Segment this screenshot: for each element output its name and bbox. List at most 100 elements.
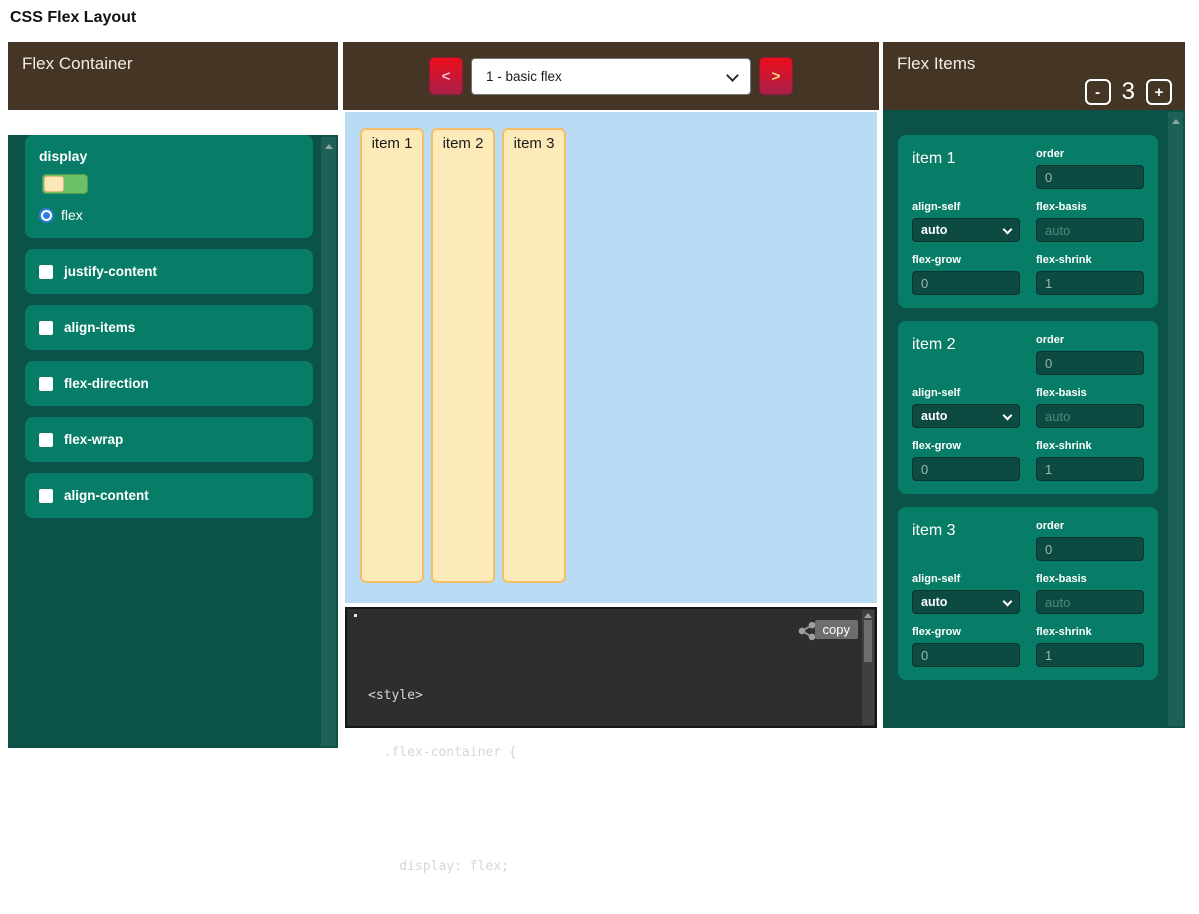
flex-basis-group: flex-basis xyxy=(1036,201,1144,242)
control-label: justify-content xyxy=(64,264,157,279)
order-group: order xyxy=(1036,520,1144,561)
flex-grow-input[interactable] xyxy=(912,271,1020,295)
code-line: display: flex; xyxy=(368,857,517,876)
scrollbar-thumb[interactable] xyxy=(864,620,872,662)
checkbox-icon[interactable] xyxy=(39,321,53,335)
flex-shrink-input[interactable] xyxy=(1036,457,1144,481)
prev-example-button[interactable]: < xyxy=(429,57,463,95)
scroll-up-icon[interactable] xyxy=(325,144,333,149)
flex-grow-group: flex-grow xyxy=(912,440,1020,481)
order-group: order xyxy=(1036,148,1144,189)
align-self-group: align-self auto xyxy=(912,387,1020,428)
align-self-select[interactable]: auto xyxy=(912,590,1020,614)
display-flex-radio-label: flex xyxy=(61,207,83,223)
control-card-align-content[interactable]: align-content xyxy=(25,473,313,518)
flex-shrink-label: flex-shrink xyxy=(1036,254,1144,266)
flex-basis-label: flex-basis xyxy=(1036,201,1144,213)
order-input[interactable] xyxy=(1036,537,1144,561)
flex-shrink-group: flex-shrink xyxy=(1036,254,1144,295)
flex-item-card-3: item 3 order align-self auto flex-basis … xyxy=(898,507,1158,680)
order-label: order xyxy=(1036,334,1144,346)
control-card-justify-content[interactable]: justify-content xyxy=(25,249,313,294)
align-self-group: align-self auto xyxy=(912,573,1020,614)
flex-item-name: item 1 xyxy=(912,148,1020,189)
flex-shrink-input[interactable] xyxy=(1036,271,1144,295)
align-self-value: auto xyxy=(921,409,947,423)
display-label: display xyxy=(39,148,299,164)
flex-shrink-group: flex-shrink xyxy=(1036,626,1144,667)
next-example-button[interactable]: > xyxy=(759,57,793,95)
flex-container-panel-header: Flex Container xyxy=(8,42,338,110)
flex-item-name: item 2 xyxy=(912,334,1020,375)
control-card-align-items[interactable]: align-items xyxy=(25,305,313,350)
order-input[interactable] xyxy=(1036,351,1144,375)
code-panel: copy <style> .flex-container { display: … xyxy=(345,607,877,728)
flex-basis-input[interactable] xyxy=(1036,590,1144,614)
flex-shrink-group: flex-shrink xyxy=(1036,440,1144,481)
order-label: order xyxy=(1036,148,1144,160)
flex-items-panel-title: Flex Items xyxy=(897,54,975,73)
example-select[interactable]: 1 - basic flex xyxy=(471,58,751,95)
control-label: align-items xyxy=(64,320,135,335)
code-text: <style> .flex-container { display: flex; xyxy=(368,648,517,914)
flex-grow-group: flex-grow xyxy=(912,254,1020,295)
code-line xyxy=(368,800,517,819)
increase-items-button[interactable]: + xyxy=(1146,79,1172,105)
flex-item-name: item 3 xyxy=(912,520,1020,561)
chevron-down-icon xyxy=(1003,411,1013,421)
flex-items-panel-header: Flex Items - 3 + xyxy=(883,42,1185,110)
chevron-down-icon xyxy=(1003,597,1013,607)
copy-button[interactable]: copy xyxy=(815,620,858,639)
control-label: flex-wrap xyxy=(64,432,123,447)
flex-grow-input[interactable] xyxy=(912,457,1020,481)
right-panel-scrollbar[interactable] xyxy=(1168,112,1183,726)
align-self-select[interactable]: auto xyxy=(912,404,1020,428)
scroll-up-icon[interactable] xyxy=(864,613,872,618)
scroll-up-icon[interactable] xyxy=(1172,119,1180,124)
toggle-knob xyxy=(44,176,64,192)
preview-flex-item-1: item 1 xyxy=(360,128,424,583)
code-panel-scrollbar[interactable] xyxy=(862,610,874,725)
code-line: <style> xyxy=(368,686,517,705)
example-select-value: 1 - basic flex xyxy=(486,69,562,84)
flex-grow-label: flex-grow xyxy=(912,254,1020,266)
checkbox-icon[interactable] xyxy=(39,433,53,447)
flex-basis-label: flex-basis xyxy=(1036,573,1144,585)
flex-container-panel-title: Flex Container xyxy=(22,54,133,73)
control-card-flex-wrap[interactable]: flex-wrap xyxy=(25,417,313,462)
flex-grow-group: flex-grow xyxy=(912,626,1020,667)
checkbox-icon[interactable] xyxy=(39,489,53,503)
flex-container-panel: Flex Container display flex justify-cont… xyxy=(8,42,338,723)
order-label: order xyxy=(1036,520,1144,532)
flex-grow-label: flex-grow xyxy=(912,626,1020,638)
flex-container-panel-body: display flex justify-content align-items… xyxy=(8,135,338,748)
chevron-down-icon xyxy=(1003,225,1013,235)
flex-items-panel: Flex Items - 3 + item 1 order align-self… xyxy=(883,42,1185,728)
display-toggle[interactable] xyxy=(42,174,88,194)
flex-basis-input[interactable] xyxy=(1036,218,1144,242)
flex-basis-input[interactable] xyxy=(1036,404,1144,428)
align-self-select[interactable]: auto xyxy=(912,218,1020,242)
flex-container-preview: item 1 item 2 item 3 xyxy=(345,112,877,603)
flex-shrink-input[interactable] xyxy=(1036,643,1144,667)
radio-selected-icon[interactable] xyxy=(39,208,54,223)
align-self-label: align-self xyxy=(912,573,1020,585)
left-panel-scrollbar[interactable] xyxy=(321,137,336,746)
example-nav-header: < 1 - basic flex > xyxy=(343,42,879,110)
display-flex-option[interactable]: flex xyxy=(39,207,299,223)
flex-basis-group: flex-basis xyxy=(1036,387,1144,428)
decrease-items-button[interactable]: - xyxy=(1085,79,1111,105)
align-self-value: auto xyxy=(921,223,947,237)
code-line: .flex-container { xyxy=(368,743,517,762)
order-input[interactable] xyxy=(1036,165,1144,189)
flex-grow-input[interactable] xyxy=(912,643,1020,667)
checkbox-icon[interactable] xyxy=(39,377,53,391)
flex-item-card-1: item 1 order align-self auto flex-basis … xyxy=(898,135,1158,308)
control-card-flex-direction[interactable]: flex-direction xyxy=(25,361,313,406)
flex-items-panel-body: item 1 order align-self auto flex-basis … xyxy=(883,110,1185,728)
order-group: order xyxy=(1036,334,1144,375)
chevron-down-icon xyxy=(726,69,739,82)
checkbox-icon[interactable] xyxy=(39,265,53,279)
preview-flex-item-3: item 3 xyxy=(502,128,566,583)
flex-grow-label: flex-grow xyxy=(912,440,1020,452)
